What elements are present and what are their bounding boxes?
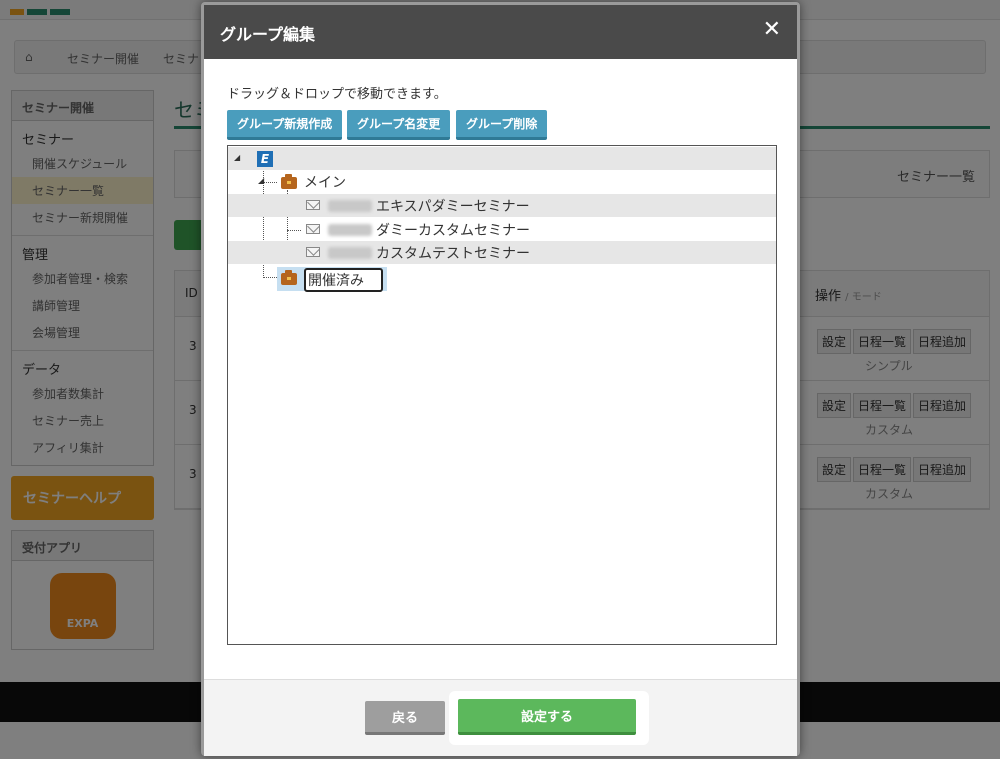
collapse-triangle-icon[interactable]: ◢ — [234, 153, 240, 162]
blurred-seminar-id — [328, 247, 372, 259]
group-edit-modal: グループ編集 ✕ ドラッグ＆ドロップで移動できます。 グループ新規作成 グループ… — [201, 2, 800, 756]
blurred-seminar-id — [328, 224, 372, 236]
modal-title: グループ編集 — [220, 25, 316, 44]
seminar-mail-icon — [306, 224, 320, 234]
seminar-label: ダミーカスタムセミナー — [376, 223, 530, 239]
briefcase-icon — [281, 270, 297, 285]
delete-group-button[interactable]: グループ削除 — [456, 110, 548, 140]
seminar-mail-icon — [306, 247, 320, 257]
tree-connector — [263, 277, 277, 278]
tree-group-node[interactable]: ◢ メイン — [228, 170, 776, 193]
group-label: メイン — [304, 175, 346, 191]
briefcase-icon — [281, 174, 297, 189]
seminar-label: エキスパダミーセミナー — [376, 199, 530, 215]
back-button[interactable]: 戻る — [365, 701, 445, 735]
close-icon[interactable]: ✕ — [763, 17, 781, 42]
group-tree[interactable]: ◢ E ◢ メイン エキスパダミーセミナー ダミーカスタムセミナー カスタムテス… — [227, 145, 777, 645]
modal-header: グループ編集 ✕ — [204, 5, 797, 59]
new-group-button[interactable]: グループ新規作成 — [227, 110, 343, 140]
tree-seminar-node[interactable]: カスタムテストセミナー — [228, 241, 776, 264]
tree-root-node[interactable]: ◢ E — [228, 147, 776, 170]
submit-button[interactable]: 設定する — [458, 699, 636, 735]
seminar-label: カスタムテストセミナー — [376, 246, 530, 262]
tree-seminar-node[interactable]: ダミーカスタムセミナー — [228, 218, 776, 241]
seminar-mail-icon — [306, 200, 320, 210]
drag-drop-hint: ドラッグ＆ドロップで移動できます。 — [227, 87, 447, 102]
tree-seminar-node[interactable]: エキスパダミーセミナー — [228, 194, 776, 217]
root-e-icon: E — [257, 151, 273, 167]
rename-group-button[interactable]: グループ名変更 — [347, 110, 451, 140]
collapse-triangle-icon[interactable]: ◢ — [258, 176, 264, 185]
blurred-seminar-id — [328, 200, 372, 212]
group-name-input[interactable] — [304, 268, 383, 292]
